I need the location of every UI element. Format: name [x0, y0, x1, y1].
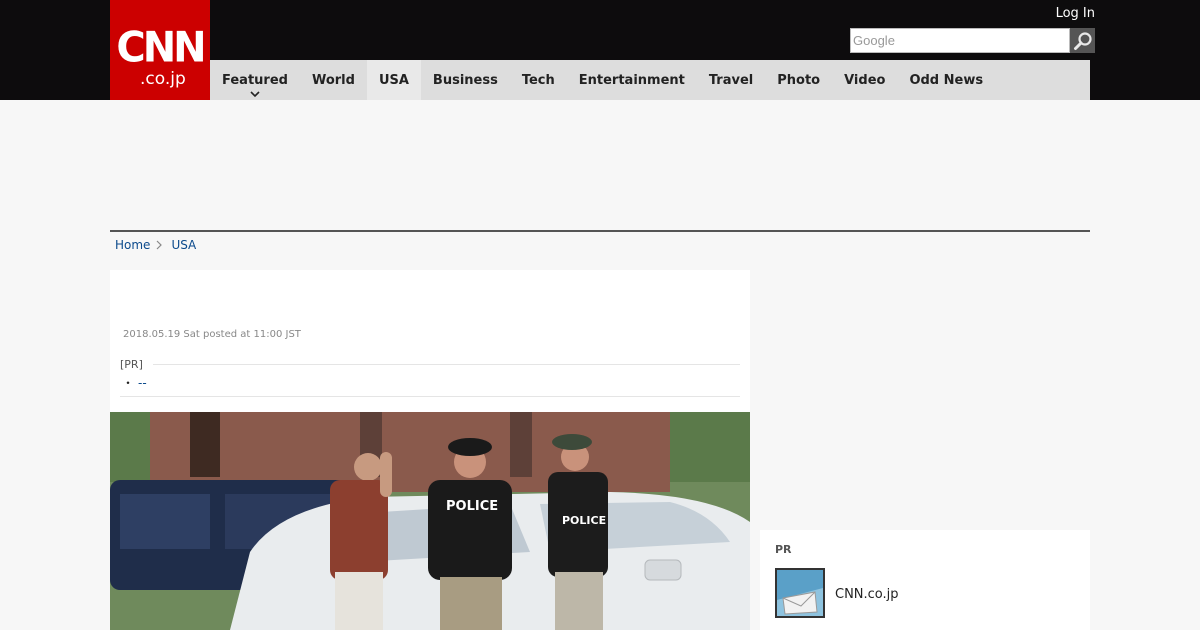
breadcrumb-usa[interactable]: USA: [171, 238, 196, 252]
nav-photo[interactable]: Photo: [765, 60, 832, 100]
pr-thumbnail[interactable]: [775, 568, 825, 618]
sidebar-pr-box: PR CNN.co.jp: [760, 530, 1090, 630]
nav-travel[interactable]: Travel: [697, 60, 765, 100]
nav-world[interactable]: World: [300, 60, 367, 100]
pr-label: [PR]: [120, 358, 143, 371]
pr-bottom-rule: [120, 396, 740, 397]
logo-domain: .co.jp: [140, 69, 186, 89]
breadcrumb-home[interactable]: Home: [115, 238, 150, 252]
sidebar-pr-label: PR: [775, 543, 792, 556]
police-text-2: POLICE: [562, 514, 606, 527]
pr-list-item: ・ --: [122, 374, 147, 391]
police-text: POLICE: [446, 499, 498, 514]
posted-timestamp: 2018.05.19 Sat posted at 11:00 JST: [123, 329, 301, 340]
section-divider: [110, 230, 1090, 232]
pr-rule: [152, 364, 740, 365]
pr-link[interactable]: --: [138, 376, 147, 390]
nav-featured[interactable]: Featured: [210, 60, 300, 100]
main-nav: Featured World USA Business Tech Enterta…: [210, 60, 995, 100]
login-link[interactable]: Log In: [1056, 6, 1095, 21]
pr-bullet: ・: [122, 376, 135, 390]
pr-heading: [PR]: [120, 358, 740, 371]
photo-illustration: POLICE POLICE: [110, 412, 750, 630]
mail-icon: [777, 570, 823, 616]
search-input[interactable]: Google: [850, 28, 1070, 53]
nav-entertainment[interactable]: Entertainment: [567, 60, 697, 100]
nav-business[interactable]: Business: [421, 60, 510, 100]
pr-item-name[interactable]: CNN.co.jp: [835, 587, 899, 602]
nav-video[interactable]: Video: [832, 60, 897, 100]
chevron-down-icon: [250, 91, 260, 98]
chevron-right-icon: [157, 240, 163, 250]
breadcrumb: Home USA: [115, 238, 196, 252]
cnn-logo[interactable]: CNN .co.jp: [110, 0, 210, 100]
search-button[interactable]: [1070, 28, 1095, 53]
nav-label: Featured: [222, 72, 288, 88]
nav-odd-news[interactable]: Odd News: [897, 60, 995, 100]
nav-usa[interactable]: USA: [366, 60, 421, 100]
nav-tech[interactable]: Tech: [510, 60, 567, 100]
search-icon: [1073, 31, 1092, 50]
article-photo: POLICE POLICE: [110, 412, 750, 630]
logo-wordmark: CNN: [116, 23, 206, 73]
article-header: 2018.05.19 Sat posted at 11:00 JST [PR] …: [110, 270, 750, 412]
